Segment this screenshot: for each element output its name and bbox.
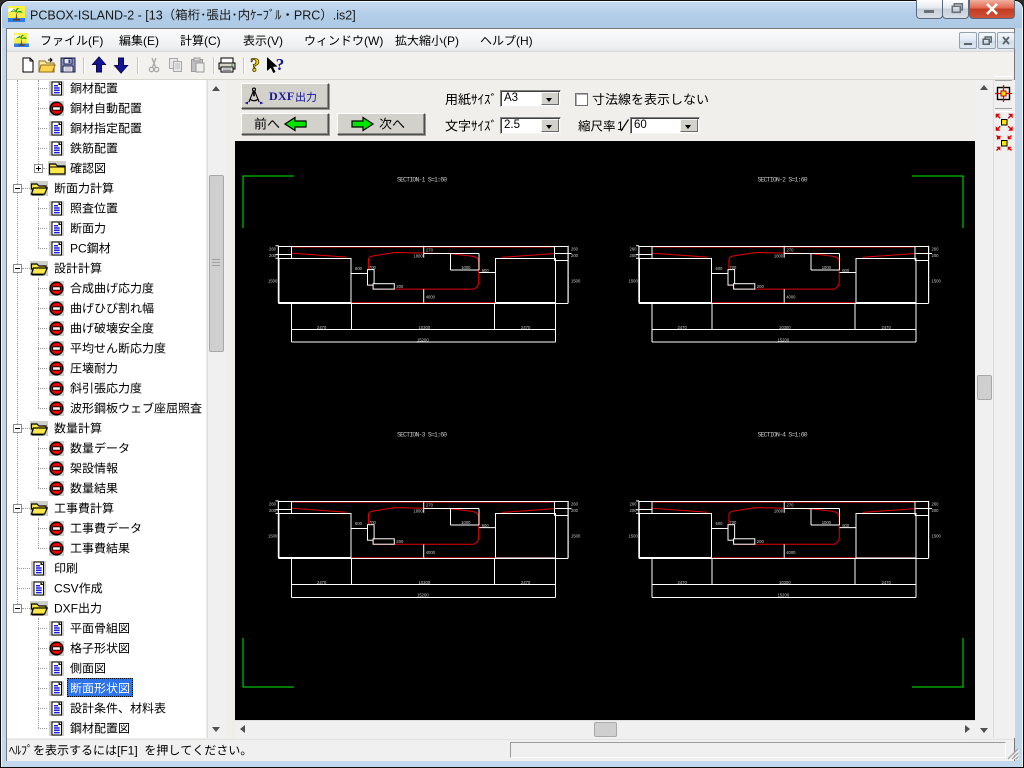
svg-text:SECTION-4 S=1:60: SECTION-4 S=1:60 xyxy=(758,432,808,439)
svg-text:SECTION-3 S=1:60: SECTION-3 S=1:60 xyxy=(397,432,447,439)
svg-text:?: ? xyxy=(250,55,260,74)
svg-text:SECTION-2 S=1:60: SECTION-2 S=1:60 xyxy=(758,177,808,184)
svg-text:?: ? xyxy=(276,55,285,74)
svg-text:SECTION-1 S=1:60: SECTION-1 S=1:60 xyxy=(397,177,447,184)
